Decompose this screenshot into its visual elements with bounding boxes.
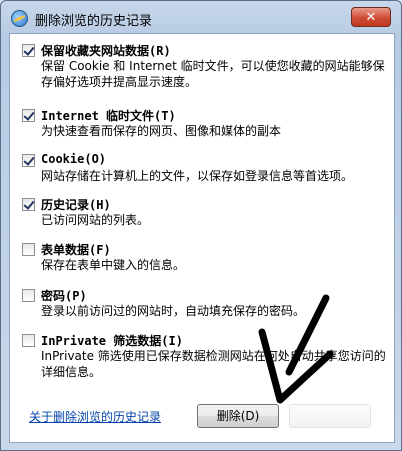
annotation-arrow-icon [258,294,334,404]
